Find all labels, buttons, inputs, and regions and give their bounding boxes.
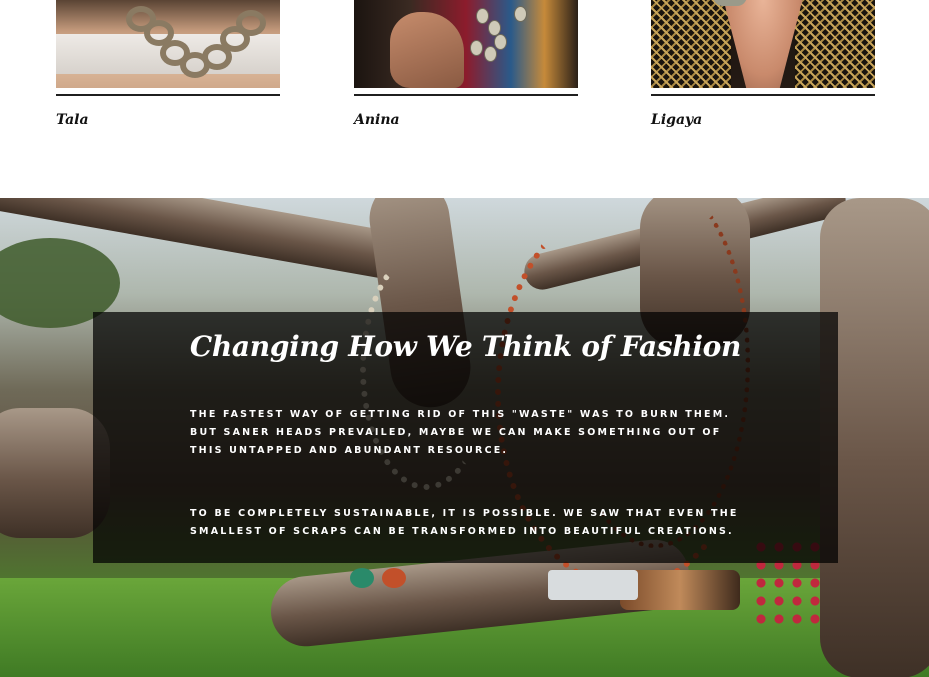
lace-graphic (651, 0, 731, 88)
hero-text-panel: Changing How We Think of Fashion The fas… (93, 312, 838, 563)
hero-title: Changing How We Think of Fashion (189, 330, 742, 363)
rolled-paper-graphic (548, 570, 638, 600)
bead-graphic (382, 568, 406, 588)
necklace-bead (514, 6, 527, 22)
hero-paragraph-2: To be completely sustainable, it is poss… (190, 508, 739, 537)
product-image-ligaya[interactable] (651, 0, 875, 88)
neckline-graphic (721, 0, 805, 88)
hero-banner: Changing How We Think of Fashion The fas… (0, 198, 929, 677)
product-name[interactable]: Tala (56, 112, 280, 128)
necklace-bead (484, 46, 497, 62)
necklace-link (236, 10, 266, 36)
product-card-tala[interactable]: Tala (56, 0, 280, 128)
necklace-bead (494, 34, 507, 50)
product-name[interactable]: Anina (354, 112, 578, 128)
product-name[interactable]: Ligaya (651, 112, 875, 128)
bangles-graphic (620, 570, 740, 610)
lace-graphic (795, 0, 875, 88)
necklace-bead (476, 8, 489, 24)
hand-graphic (390, 12, 464, 88)
necklace-bead (470, 40, 483, 56)
product-card-anina[interactable]: Anina (354, 0, 578, 128)
product-card-ligaya[interactable]: Ligaya (651, 0, 875, 128)
product-image-anina[interactable] (354, 0, 578, 88)
product-divider (354, 94, 578, 96)
product-image-tala[interactable] (56, 0, 280, 88)
hero-paragraph-1: The fastest way of getting rid of this "… (190, 409, 731, 456)
bead-graphic (350, 568, 374, 588)
product-divider (56, 94, 280, 96)
product-divider (651, 94, 875, 96)
product-grid: Tala Anina Ligaya (0, 0, 929, 198)
